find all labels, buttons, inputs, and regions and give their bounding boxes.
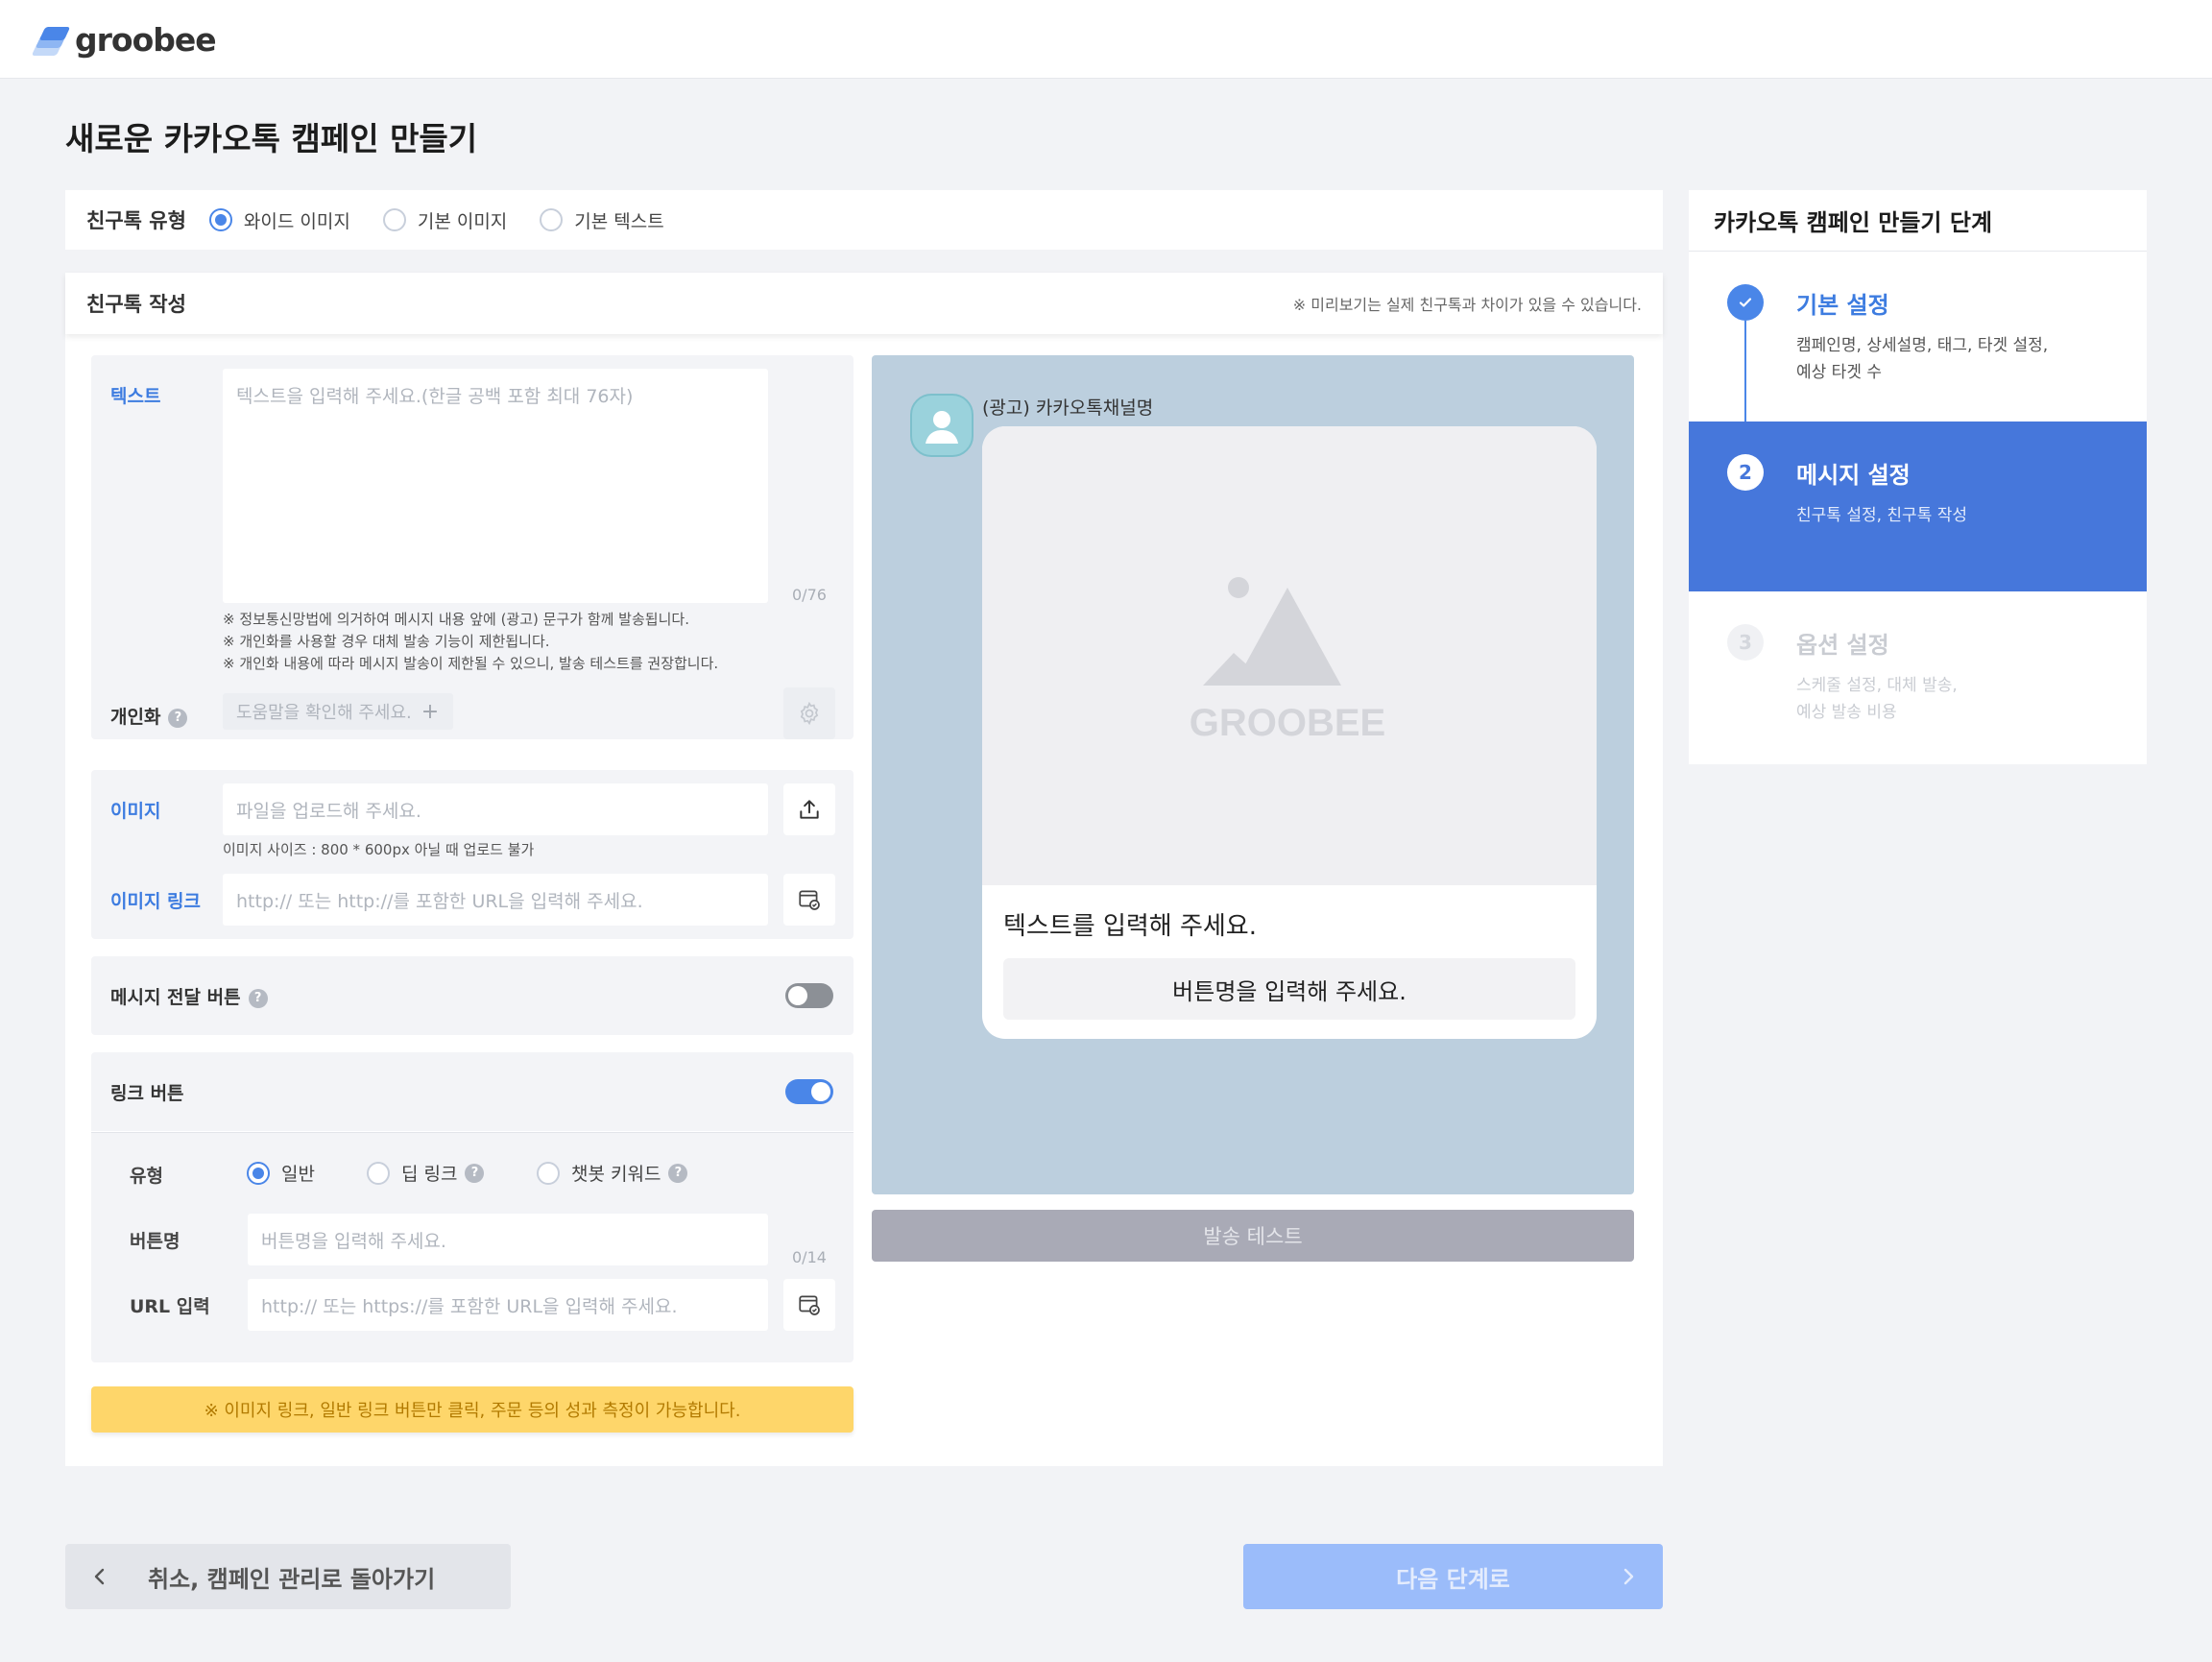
next-step-button[interactable]: 다음 단계로	[1243, 1544, 1663, 1609]
step-name: 기본 설정	[1796, 292, 1889, 319]
url-input[interactable]: http:// 또는 https://를 포함한 URL을 입력해 주세요.	[248, 1279, 768, 1331]
type-option-wide-image[interactable]: 와이드 이미지	[208, 207, 350, 233]
check-icon	[1727, 284, 1764, 321]
image-label: 이미지	[110, 801, 161, 822]
groobee-watermark: GROOBEE	[1190, 702, 1385, 744]
step-number: 3	[1727, 624, 1764, 661]
personalization-select[interactable]: 도움말을 확인해 주세요. +	[223, 693, 453, 730]
message-type-label: 친구톡 유형	[86, 209, 186, 232]
image-placeholder: GROOBEE	[982, 426, 1597, 885]
radio-selected-icon	[247, 1161, 270, 1185]
preview-text: 텍스트를 입력해 주세요.	[1003, 912, 1257, 941]
chevron-right-icon	[1623, 1568, 1634, 1585]
image-file-input[interactable]: 파일을 업로드해 주세요.	[223, 783, 768, 835]
link-type-chatbot-keyword[interactable]: 챗봇 키워드?	[537, 1160, 688, 1186]
text-input[interactable]: 텍스트을 입력해 주세요.(한글 공백 포함 최대 76자)	[223, 369, 768, 603]
image-size-note: 이미지 사이즈 : 800 * 600px 아닐 때 업로드 불가	[223, 841, 535, 858]
channel-avatar	[910, 394, 974, 457]
upload-icon	[800, 800, 819, 819]
radio-empty-icon	[537, 1161, 560, 1185]
steps-title: 카카오톡 캠페인 만들기 단계	[1689, 190, 2147, 252]
radio-empty-icon	[382, 208, 406, 231]
image-link-label: 이미지 링크	[110, 891, 202, 912]
compose-card: 친구톡 작성 ※ 미리보기는 실제 친구톡과 차이가 있을 수 있습니다. 텍스…	[65, 273, 1663, 1466]
url-check-button[interactable]	[783, 1279, 835, 1331]
message-bubble: GROOBEE 텍스트를 입력해 주세요. 버튼명을 입력해 주세요.	[982, 426, 1597, 1039]
message-button-section: 메시지 전달 버튼?	[91, 956, 854, 1035]
step-option-settings[interactable]: 3 옵션 설정 스케줄 설정, 대체 발송, 예상 발송 비용	[1689, 591, 2147, 761]
plus-icon: +	[421, 699, 440, 724]
upload-button[interactable]	[783, 783, 835, 835]
preview-button: 버튼명을 입력해 주세요.	[1003, 958, 1575, 1020]
url-label: URL 입력	[130, 1296, 210, 1317]
help-icon[interactable]: ?	[248, 988, 268, 1008]
page-title: 새로운 카카오톡 캠페인 만들기	[65, 120, 478, 157]
step-desc: 친구톡 설정, 친구톡 작성	[1796, 506, 1968, 525]
back-to-campaigns-button[interactable]: 취소, 캠페인 관리로 돌아가기	[65, 1544, 511, 1609]
link-type-deeplink[interactable]: 딥 링크?	[367, 1160, 485, 1186]
step-connector	[1744, 321, 1746, 426]
tracking-notice-banner: ※ 이미지 링크, 일반 링크 버튼만 클릭, 주문 등의 성과 측정이 가능합…	[91, 1386, 854, 1433]
personalization-label: 개인화?	[110, 703, 188, 729]
step-basic-settings[interactable]: 기본 설정 캠페인명, 상세설명, 태그, 타겟 설정, 예상 타겟 수	[1689, 252, 2147, 426]
image-link-input[interactable]: http:// 또는 http://를 포함한 URL을 입력해 주세요.	[223, 874, 768, 926]
text-section: 텍스트 텍스트을 입력해 주세요.(한글 공백 포함 최대 76자) 0/76 …	[91, 355, 854, 739]
gear-icon	[800, 701, 819, 726]
link-button-header: 링크 버튼	[91, 1052, 854, 1131]
type-option-basic-image[interactable]: 기본 이미지	[382, 207, 507, 233]
radio-empty-icon	[540, 208, 564, 231]
message-preview: (광고) 카카오톡채널명 GROOBEE 텍스트를 입력해 주세요. 버튼명을 …	[872, 355, 1634, 1194]
logo-text: groobee	[75, 21, 217, 59]
compose-title: 친구톡 작성	[86, 293, 186, 316]
help-icon[interactable]: ?	[465, 1163, 485, 1183]
link-button-label: 링크 버튼	[110, 1083, 184, 1104]
link-button-toggle[interactable]	[785, 1079, 833, 1104]
radio-empty-icon	[367, 1161, 390, 1185]
message-button-label: 메시지 전달 버튼?	[110, 983, 268, 1009]
button-name-input[interactable]: 버튼명을 입력해 주세요.	[248, 1214, 768, 1265]
text-counter: 0/76	[792, 586, 827, 604]
compose-header: 친구톡 작성 ※ 미리보기는 실제 친구톡과 차이가 있을 수 있습니다.	[65, 273, 1663, 334]
logo-icon	[31, 23, 71, 58]
steps-panel: 카카오톡 캠페인 만들기 단계 기본 설정 캠페인명, 상세설명, 태그, 타겟…	[1689, 190, 2147, 764]
text-label: 텍스트	[110, 386, 161, 407]
type-option-basic-text[interactable]: 기본 텍스트	[540, 207, 664, 233]
top-bar: groobee	[0, 0, 2212, 79]
image-placeholder-icon: GROOBEE	[1190, 577, 1385, 744]
button-name-label: 버튼명	[130, 1231, 180, 1252]
step-desc: 캠페인명, 상세설명, 태그, 타겟 설정, 예상 타겟 수	[1796, 336, 2049, 382]
button-name-counter: 0/14	[792, 1248, 827, 1266]
text-notes: ※ 정보통신망법에 의거하여 메시지 내용 앞에 (광고) 문구가 함께 발송됩…	[223, 611, 719, 672]
user-icon	[926, 411, 958, 444]
step-number: 2	[1727, 454, 1764, 491]
step-desc: 스케줄 설정, 대체 발송, 예상 발송 비용	[1796, 676, 1958, 722]
link-button-body: 유형 일반 딥 링크? 챗봇 키워드? 버튼명 버튼명을 입력해 주세요. 0/…	[91, 1132, 854, 1362]
image-section: 이미지 파일을 업로드해 주세요. 이미지 사이즈 : 800 * 600px …	[91, 770, 854, 939]
groobee-logo[interactable]: groobee	[31, 21, 217, 59]
help-icon[interactable]: ?	[668, 1163, 688, 1183]
message-button-toggle[interactable]	[785, 983, 833, 1008]
step-message-settings[interactable]: 2 메시지 설정 친구톡 설정, 친구톡 작성	[1689, 422, 2147, 591]
step-name: 옵션 설정	[1796, 632, 1889, 659]
send-test-button[interactable]: 발송 테스트	[872, 1210, 1634, 1262]
link-check-icon	[799, 890, 820, 910]
preview-note: ※ 미리보기는 실제 친구톡과 차이가 있을 수 있습니다.	[1292, 296, 1642, 314]
message-type-card: 친구톡 유형 와이드 이미지 기본 이미지 기본 텍스트	[65, 190, 1663, 250]
link-check-icon	[799, 1295, 820, 1315]
link-type-normal[interactable]: 일반	[247, 1160, 315, 1186]
personalization-settings-button[interactable]	[783, 687, 835, 739]
image-link-check-button[interactable]	[783, 874, 835, 926]
step-name: 메시지 설정	[1796, 462, 1911, 489]
channel-name: (광고) 카카오톡채널명	[982, 397, 1154, 419]
radio-selected-icon	[208, 208, 232, 231]
help-icon[interactable]: ?	[168, 708, 188, 728]
chevron-left-icon	[94, 1568, 105, 1585]
link-type-label: 유형	[130, 1166, 163, 1187]
